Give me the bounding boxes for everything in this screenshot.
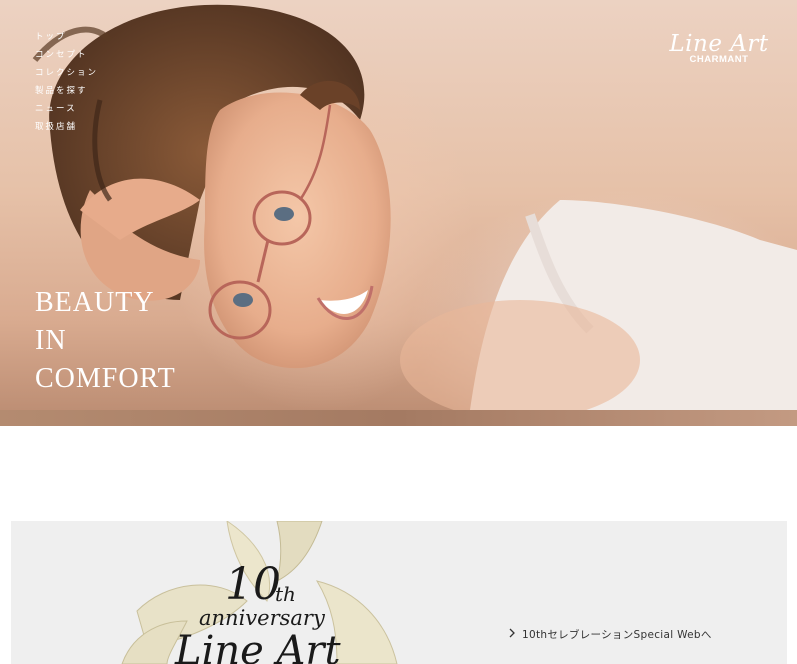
special-web-link-label: 10thセレブレーションSpecial Webへ xyxy=(522,629,712,641)
nav-item-concept[interactable]: コンセプト xyxy=(35,48,98,66)
nav-item-news[interactable]: ニュース xyxy=(35,102,98,120)
tagline-line-3: COMFORT xyxy=(35,363,176,394)
special-web-link[interactable]: 10thセレブレーションSpecial Webへ xyxy=(508,627,712,642)
main-nav: トップ コンセプト コレクション 製品を探す ニュース 取扱店舗 xyxy=(35,30,98,138)
hero-tagline: BEAUTY IN COMFORT xyxy=(35,284,176,398)
chevron-right-icon xyxy=(508,628,522,641)
nav-item-find-products[interactable]: 製品を探す xyxy=(35,84,98,102)
art-word: anniversary xyxy=(199,606,326,630)
anniversary-banner[interactable]: 10 th anniversary Line Art 10thセレブレーションS… xyxy=(11,521,787,664)
art-number: 10 xyxy=(225,559,281,610)
hero-bottom-band xyxy=(0,410,797,426)
art-suffix: th xyxy=(275,582,296,606)
nav-item-top[interactable]: トップ xyxy=(35,30,98,48)
nav-item-collection[interactable]: コレクション xyxy=(35,66,98,84)
anniversary-artwork: 10 th anniversary Line Art xyxy=(121,521,398,664)
art-brand: Line Art xyxy=(174,628,342,664)
tagline-line-2: IN xyxy=(35,325,67,356)
nav-item-stores[interactable]: 取扱店舗 xyxy=(35,120,98,138)
hero-section: トップ コンセプト コレクション 製品を探す ニュース 取扱店舗 Line Ar… xyxy=(0,0,797,426)
site-logo[interactable]: Line Art CHARMANT xyxy=(664,30,774,65)
tagline-line-1: BEAUTY xyxy=(35,287,155,318)
